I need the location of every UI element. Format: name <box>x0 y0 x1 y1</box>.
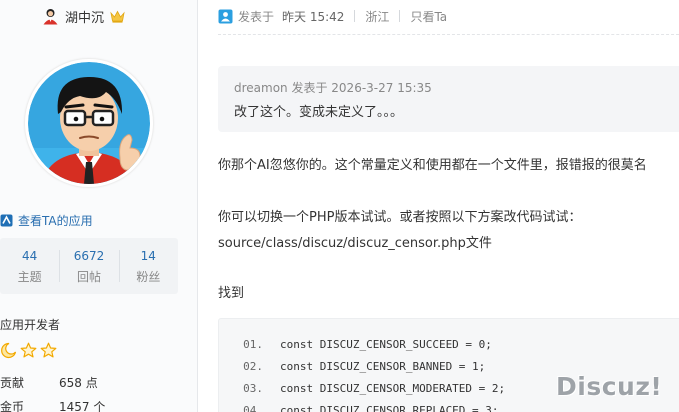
quote-block: dreamon 发表于 2026-3-27 15:35 改了这个。变成未定义了。… <box>218 66 679 132</box>
stat-value: 6672 <box>73 249 105 263</box>
credit-gold: 金币 1457 个 <box>0 398 105 412</box>
discuz-watermark: Discuz! <box>556 372 663 401</box>
post-paragraph: 你可以切换一个PHP版本试试。或者按照以下方案改代码试试： <box>218 210 582 225</box>
user-icon <box>43 8 58 24</box>
only-author-link[interactable]: 只看Ta <box>410 8 447 25</box>
posted-prefix: 发表于 <box>238 9 275 24</box>
view-apps-label: 查看TA的应用 <box>18 214 93 228</box>
code-line: 01. const DISCUZ_CENSOR_SUCCEED = 0; <box>219 333 679 355</box>
post-paragraph: source/class/discuz/discuz_censor.php文件 <box>218 236 492 251</box>
rating-icons <box>0 342 57 359</box>
stat-value: 14 <box>140 249 156 263</box>
author-name[interactable]: 湖中沉 <box>65 7 104 26</box>
stat-replies[interactable]: 6672 回帖 <box>59 238 118 294</box>
credit-contribution: 贡献 658 点 <box>0 374 98 391</box>
author-stats: 44 主题 6672 回帖 14 粉丝 <box>0 238 178 294</box>
line-number: 02. <box>243 359 263 373</box>
quote-text: 改了这个。变成未定义了。。。 <box>234 105 404 120</box>
view-apps-link[interactable]: 查看TA的应用 <box>0 212 93 229</box>
author-sidebar: 湖中沉 查看TA的应用 44 主题 6672 回帖 14 粉丝 应用开发者 贡献… <box>0 0 198 412</box>
code-text: const DISCUZ_CENSOR_BANNED = 1; <box>280 359 486 373</box>
stat-label: 主题 <box>17 270 42 284</box>
post-paragraph: 你那个AI忽悠你的。这个常量定义和使用都在一个文件里，报错报的很莫名 <box>218 158 647 173</box>
app-icon <box>0 214 13 227</box>
line-number: 04. <box>243 403 263 412</box>
user-group: 应用开发者 <box>0 318 61 332</box>
credit-key: 金币 <box>0 400 25 412</box>
crown-icon <box>110 10 125 23</box>
stat-label: 回帖 <box>76 270 101 284</box>
star-icon <box>40 342 57 358</box>
star-icon <box>20 342 37 358</box>
online-status-icon <box>218 9 233 23</box>
half-moon-icon <box>1 342 17 359</box>
code-text: const DISCUZ_CENSOR_SUCCEED = 0; <box>280 337 492 351</box>
line-number: 01. <box>243 337 263 351</box>
post-meta: 发表于 昨天 15:42 浙江 只看Ta <box>218 7 447 25</box>
avatar[interactable] <box>28 62 150 184</box>
line-number: 03. <box>243 381 263 395</box>
credit-value: 658 点 <box>59 376 98 390</box>
meta-separator <box>218 34 679 35</box>
posted-time: 昨天 15:42 <box>282 9 345 24</box>
author-header: 湖中沉 <box>42 6 125 26</box>
stat-label: 粉丝 <box>136 270 161 284</box>
quote-header[interactable]: dreamon 发表于 2026-3-27 15:35 <box>234 79 679 96</box>
meta-divider <box>354 10 356 22</box>
post-location: 浙江 <box>365 9 390 24</box>
code-text: const DISCUZ_CENSOR_MODERATED = 2; <box>280 381 506 395</box>
code-text: const DISCUZ_CENSOR_REPLACED = 3; <box>280 403 499 412</box>
avatar-frame <box>24 58 154 188</box>
credit-key: 贡献 <box>0 376 25 390</box>
post-paragraph: 找到 <box>218 286 245 301</box>
credit-value: 1457 个 <box>59 400 106 412</box>
stat-threads[interactable]: 44 主题 <box>0 238 59 294</box>
meta-divider <box>399 10 401 22</box>
stat-value: 44 <box>22 249 38 263</box>
stat-followers[interactable]: 14 粉丝 <box>118 238 178 294</box>
post-body: 发表于 昨天 15:42 浙江 只看Ta dreamon 发表于 2026-3-… <box>199 0 679 412</box>
